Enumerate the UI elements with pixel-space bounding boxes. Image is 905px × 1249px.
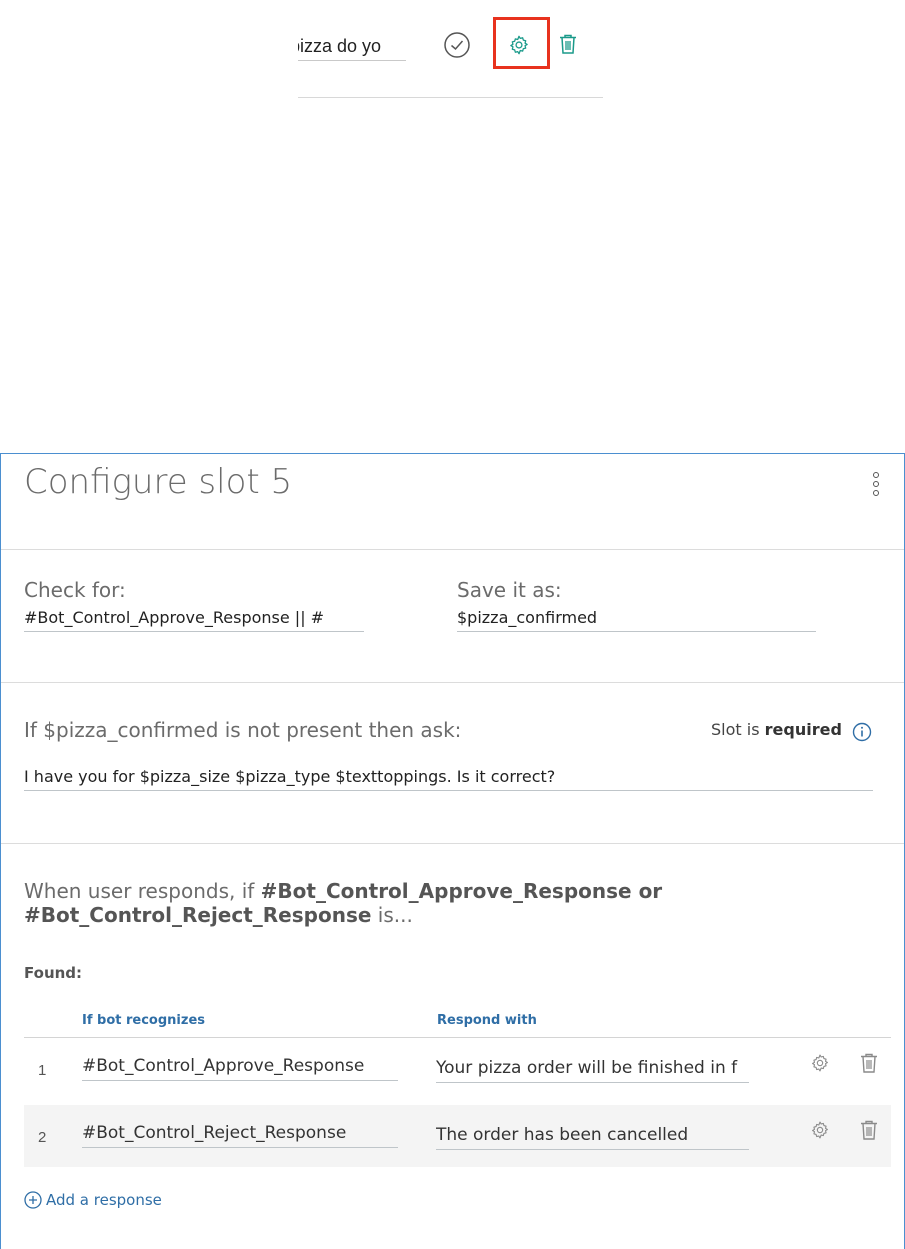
column-header-response: Respond with [437, 1013, 537, 1028]
save-as-label: Save it as: [457, 578, 562, 602]
trash-icon[interactable] [859, 1119, 879, 1141]
add-response-label: Add a response [46, 1191, 162, 1209]
ask-label: If $pizza_confirmed is not present then … [24, 718, 462, 742]
check-for-input[interactable]: #Bot_Control_Approve_Response || # [24, 605, 364, 632]
trash-icon[interactable] [859, 1052, 879, 1074]
add-response-button[interactable]: Add a response [24, 1191, 162, 1209]
table-row: 1 #Bot_Control_Approve_Response Your piz… [24, 1038, 891, 1100]
when-suffix: is... [377, 903, 413, 927]
add-circle-icon [24, 1191, 42, 1209]
when-user-responds-heading: When user responds, if #Bot_Control_Appr… [24, 879, 724, 927]
trash-icon[interactable] [558, 33, 578, 55]
divider [1, 843, 904, 844]
divider [1, 549, 904, 550]
response-input[interactable]: The order has been cancelled [436, 1121, 749, 1150]
prompt-input[interactable]: pizza do yo [298, 32, 406, 61]
slot-required-toggle[interactable]: Slot is required [711, 720, 842, 739]
panel-title: Configure slot 5 [24, 462, 293, 502]
more-options-icon[interactable] [869, 472, 883, 506]
column-header-condition: If bot recognizes [82, 1013, 205, 1028]
divider [298, 97, 603, 98]
configure-slot-panel: Configure slot 5 Check for: #Bot_Control… [0, 453, 905, 1249]
condition-input[interactable]: #Bot_Control_Approve_Response [82, 1052, 398, 1081]
divider [1, 682, 904, 683]
info-icon[interactable] [852, 722, 872, 742]
check-circle-icon[interactable] [443, 31, 471, 59]
gear-icon[interactable] [810, 1053, 830, 1073]
found-label: Found: [24, 964, 83, 982]
prompt-input[interactable]: I have you for $pizza_size $pizza_type $… [24, 764, 873, 791]
save-as-input[interactable]: $pizza_confirmed [457, 605, 816, 632]
response-input[interactable]: Your pizza order will be finished in f [436, 1054, 749, 1083]
row-number: 1 [38, 1062, 47, 1079]
condition-input[interactable]: #Bot_Control_Reject_Response [82, 1119, 398, 1148]
gear-icon[interactable] [508, 34, 530, 56]
row-number: 2 [38, 1129, 47, 1146]
table-row: 2 #Bot_Control_Reject_Response The order… [24, 1105, 891, 1167]
slot-is-text: Slot is [711, 720, 760, 739]
required-text: required [764, 720, 842, 739]
check-for-label: Check for: [24, 578, 126, 602]
when-prefix: When user responds, if [24, 879, 255, 903]
gear-icon[interactable] [810, 1120, 830, 1140]
